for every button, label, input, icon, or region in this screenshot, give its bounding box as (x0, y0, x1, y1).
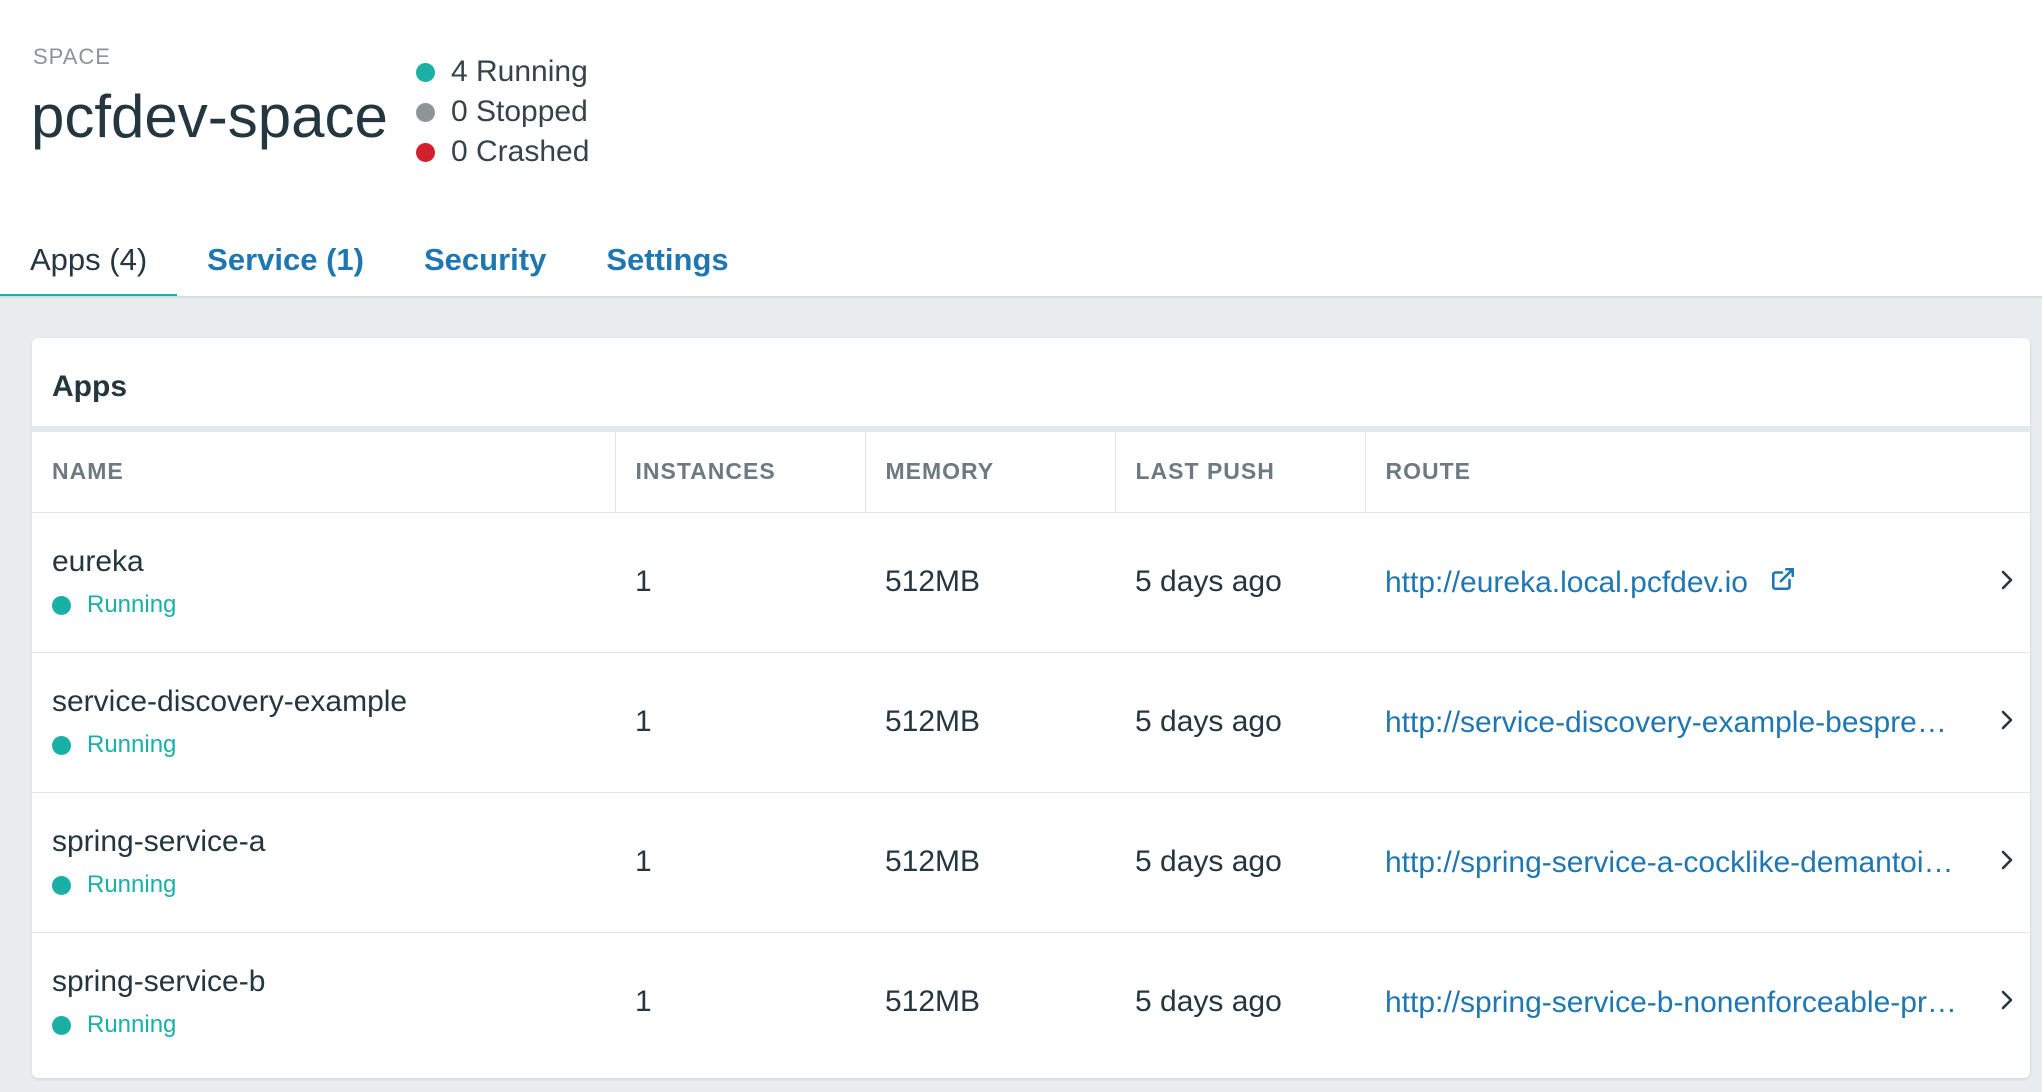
app-status-label: Running (87, 591, 177, 618)
crashed-status-dot-icon (416, 142, 435, 162)
tab-apps[interactable]: Apps (4) (0, 232, 178, 298)
tab-settings[interactable]: Settings (576, 232, 758, 298)
route-link[interactable]: http://eureka.local.pcfdev.io (1385, 566, 1748, 600)
app-name-link[interactable]: spring-service-b (52, 965, 615, 999)
chevron-right-icon[interactable] (2000, 705, 2014, 739)
status-running-label: 4 Running (451, 55, 588, 88)
table-header-row: NAME INSTANCES MEMORY LAST PUSH ROUTE (32, 432, 2030, 513)
running-status-dot-icon (52, 875, 71, 895)
tab-service[interactable]: Service (1) (177, 232, 394, 298)
app-status-label: Running (87, 1011, 177, 1039)
instances-cell: 1 (615, 652, 865, 793)
memory-cell: 512MB (885, 985, 981, 1019)
route-cell: http://spring-service-a-cocklike-demanto… (1365, 792, 2030, 933)
app-name-link[interactable]: service-discovery-example (52, 685, 615, 719)
column-header-instances[interactable]: INSTANCES (615, 432, 866, 513)
column-header-last-push[interactable]: LAST PUSH (1115, 432, 1366, 513)
app-status-summary: 4 Running 0 Stopped 0 Crashed (416, 52, 589, 172)
app-name-link[interactable]: eureka (52, 545, 615, 579)
apps-card-title: Apps (32, 338, 2030, 432)
app-name-cell: spring-service-b Running (32, 932, 615, 1072)
app-name-cell: eureka Running (32, 512, 615, 653)
running-status-dot-icon (52, 735, 71, 755)
app-status: Running (52, 731, 615, 759)
last-push-cell: 5 days ago (1115, 512, 1365, 653)
app-name-cell: service-discovery-example Running (32, 652, 615, 793)
chevron-right-icon[interactable] (2000, 985, 2014, 1019)
status-crashed: 0 Crashed (416, 132, 589, 172)
last-push-cell: 5 days ago (1135, 985, 1282, 1019)
table-row[interactable]: service-discovery-example Running 1 512M… (32, 652, 2030, 793)
route-link[interactable]: http://spring-service-b-nonenforceable-p… (1385, 986, 1957, 1020)
table-row[interactable]: spring-service-a Running 1 512MB 5 days … (32, 792, 2030, 933)
app-status-label: Running (87, 731, 177, 758)
tab-security[interactable]: Security (394, 232, 576, 298)
app-status: Running (52, 1011, 615, 1039)
table-row[interactable]: eureka Running 1 512MB 5 days ago http:/… (32, 512, 2030, 653)
app-name-link[interactable]: spring-service-a (52, 825, 615, 859)
apps-table: NAME INSTANCES MEMORY LAST PUSH ROUTE eu… (32, 432, 2030, 1072)
route-cell: http://service-discovery-example-bespre… (1365, 652, 2030, 793)
memory-cell: 512MB (865, 512, 1115, 653)
instances-cell: 1 (615, 792, 865, 933)
running-status-dot-icon (416, 62, 435, 82)
space-label: SPACE (33, 44, 111, 69)
route-cell: http://eureka.local.pcfdev.io (1365, 512, 2030, 653)
running-status-dot-icon (52, 1015, 71, 1035)
app-name-cell: spring-service-a Running (32, 792, 615, 933)
route-link[interactable]: http://spring-service-a-cocklike-demanto… (1385, 846, 1954, 880)
page-title: pcfdev-space (31, 83, 388, 150)
app-status-label: Running (87, 871, 177, 898)
memory-cell: 512MB (865, 792, 1115, 933)
app-status: Running (52, 591, 615, 619)
instances-cell: 1 (635, 985, 652, 1019)
chevron-right-icon[interactable] (2000, 565, 2014, 599)
external-link-icon[interactable] (1770, 566, 1796, 600)
route-link[interactable]: http://service-discovery-example-bespre… (1385, 706, 1947, 740)
column-header-name[interactable]: NAME (32, 432, 616, 513)
tab-bar: Apps (4) Service (1) Security Settings (0, 232, 759, 298)
running-status-dot-icon (52, 595, 71, 615)
table-row[interactable]: spring-service-b Running 1 512MB 5 days … (32, 932, 2030, 1072)
column-header-memory[interactable]: MEMORY (865, 432, 1116, 513)
route-cell: http://spring-service-b-nonenforceable-p… (1365, 932, 2030, 1072)
last-push-cell: 5 days ago (1115, 652, 1365, 793)
apps-card: Apps NAME INSTANCES MEMORY LAST PUSH ROU… (32, 338, 2030, 1078)
status-running: 4 Running (416, 52, 589, 92)
stopped-status-dot-icon (416, 102, 435, 122)
app-status: Running (52, 871, 615, 899)
instances-cell: 1 (615, 512, 865, 653)
chevron-right-icon[interactable] (2000, 845, 2014, 879)
status-stopped: 0 Stopped (416, 92, 589, 132)
memory-cell: 512MB (865, 652, 1115, 793)
status-crashed-label: 0 Crashed (451, 135, 590, 168)
status-stopped-label: 0 Stopped (451, 95, 588, 128)
column-header-route[interactable]: ROUTE (1365, 432, 2030, 513)
last-push-cell: 5 days ago (1115, 792, 1365, 933)
space-header: SPACE pcfdev-space 4 Running 0 Stopped 0… (0, 0, 2042, 298)
